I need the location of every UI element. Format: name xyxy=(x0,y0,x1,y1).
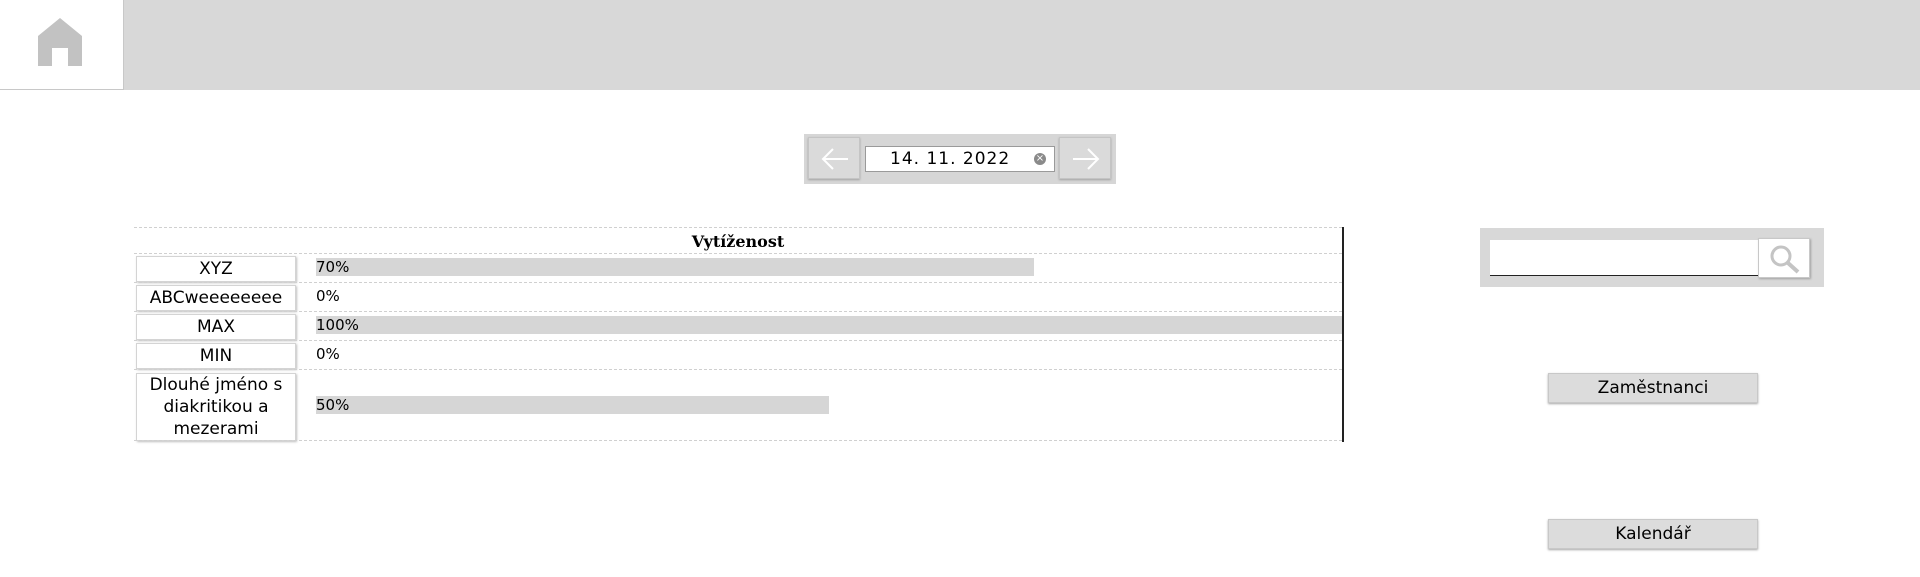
utilization-bar: 0% xyxy=(316,345,1342,365)
utilization-percent: 0% xyxy=(316,345,340,363)
utilization-table: Vytíženost XYZ 70% ABCweeeeeeee 0% MAX 1… xyxy=(134,227,1344,442)
utilization-row: Dlouhé jméno s diakritikou a mezerami 50… xyxy=(134,369,1342,441)
utilization-fill xyxy=(316,396,829,414)
utilization-row: MAX 100% xyxy=(134,311,1342,340)
utilization-row: MIN 0% xyxy=(134,340,1342,369)
utilization-bar: 100% xyxy=(316,316,1342,336)
search-input[interactable] xyxy=(1490,240,1770,276)
table-bottom-divider xyxy=(134,440,1342,441)
utilization-percent: 50% xyxy=(316,396,350,414)
utilization-fill xyxy=(316,316,1342,334)
utilization-percent: 70% xyxy=(316,258,350,276)
search-panel xyxy=(1480,228,1824,287)
employees-button[interactable]: Zaměstnanci xyxy=(1548,373,1758,403)
employee-name-button[interactable]: ABCweeeeeeee xyxy=(136,285,296,311)
arrow-right-icon xyxy=(1073,148,1100,170)
previous-day-button[interactable] xyxy=(808,137,860,179)
utilization-bar: 70% xyxy=(316,258,1342,278)
top-bar xyxy=(0,0,1920,90)
clear-date-icon[interactable]: × xyxy=(1034,153,1046,165)
utilization-bar: 50% xyxy=(316,396,1342,416)
employee-name-button[interactable]: Dlouhé jméno s diakritikou a mezerami xyxy=(136,373,296,441)
date-navigator: 14. 11. 2022 × xyxy=(804,134,1116,184)
utilization-fill xyxy=(316,258,1035,276)
utilization-row: XYZ 70% xyxy=(134,253,1342,282)
next-day-button[interactable] xyxy=(1059,137,1111,179)
calendar-button[interactable]: Kalendář xyxy=(1548,519,1758,549)
employee-name-button[interactable]: MIN xyxy=(136,343,296,369)
date-value: 14. 11. 2022 xyxy=(890,149,1011,169)
utilization-row: ABCweeeeeeee 0% xyxy=(134,282,1342,311)
home-button[interactable] xyxy=(0,0,124,90)
utilization-percent: 100% xyxy=(316,316,359,334)
search-button[interactable] xyxy=(1758,238,1810,278)
utilization-percent: 0% xyxy=(316,287,340,305)
employee-name-button[interactable]: XYZ xyxy=(136,256,296,282)
search-icon xyxy=(1770,245,1800,274)
utilization-bar: 0% xyxy=(316,287,1342,307)
home-icon xyxy=(38,18,82,66)
utilization-title: Vytíženost xyxy=(134,227,1342,253)
arrow-left-icon xyxy=(821,148,848,170)
employee-name-button[interactable]: MAX xyxy=(136,314,296,340)
date-input[interactable]: 14. 11. 2022 × xyxy=(865,146,1055,172)
